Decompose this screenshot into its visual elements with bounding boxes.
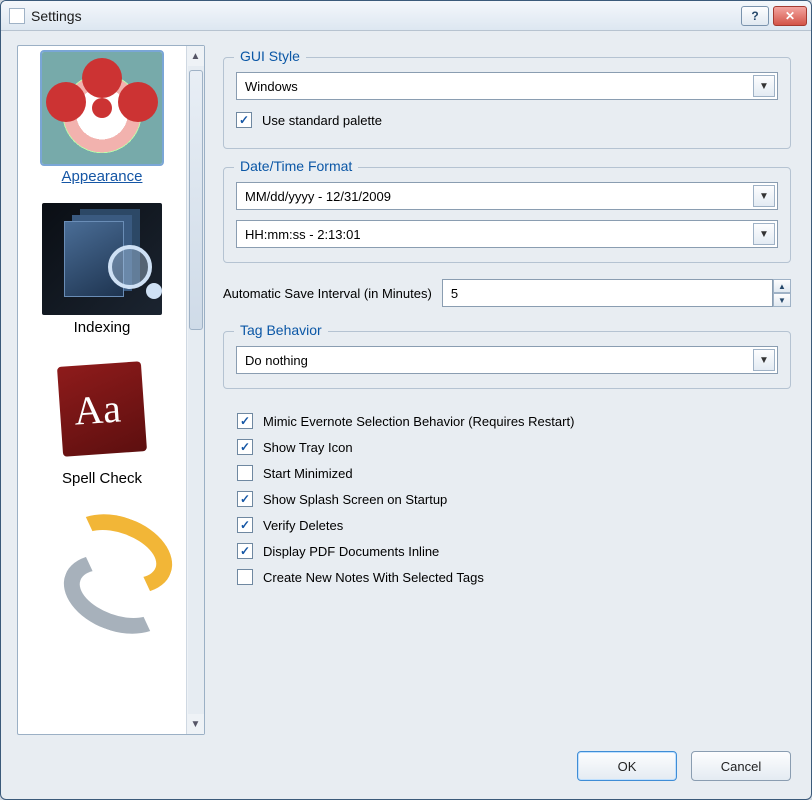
category-list[interactable]: Appearance Indexing Spell Check	[18, 46, 186, 734]
autosave-label: Automatic Save Interval (in Minutes)	[223, 286, 432, 301]
show-splash-checkbox[interactable]: ✓	[237, 491, 253, 507]
start-minimized-checkbox[interactable]	[237, 465, 253, 481]
scroll-thumb[interactable]	[189, 70, 203, 330]
scroll-track[interactable]	[188, 66, 204, 714]
use-standard-palette-label: Use standard palette	[262, 113, 382, 128]
gui-style-value: Windows	[245, 79, 298, 94]
display-pdf-inline-checkbox[interactable]: ✓	[237, 543, 253, 559]
verify-deletes-checkbox[interactable]: ✓	[237, 517, 253, 533]
date-format-value: MM/dd/yyyy - 12/31/2009	[245, 189, 391, 204]
settings-panel: GUI Style Windows ▼ ✓ Use standard palet…	[223, 45, 795, 735]
category-label: Indexing	[74, 319, 131, 336]
group-title: Date/Time Format	[234, 158, 358, 174]
ok-button[interactable]: OK	[577, 751, 677, 781]
scroll-down-icon[interactable]: ▼	[189, 716, 203, 732]
ok-label: OK	[618, 759, 637, 774]
checkbox-label: Mimic Evernote Selection Behavior (Requi…	[263, 414, 574, 429]
category-sync[interactable]	[24, 505, 180, 621]
indexing-icon	[42, 203, 162, 315]
spinner-down-icon[interactable]: ▼	[773, 293, 791, 307]
autosave-row: Automatic Save Interval (in Minutes) 5 ▲…	[223, 279, 791, 307]
group-title: Tag Behavior	[234, 322, 328, 338]
sync-icon	[42, 505, 162, 617]
category-indexing[interactable]: Indexing	[24, 203, 180, 336]
category-label: Spell Check	[62, 470, 142, 487]
category-label: Appearance	[62, 168, 143, 185]
spellcheck-icon	[42, 354, 162, 466]
category-sidebar: Appearance Indexing Spell Check ▲	[17, 45, 205, 735]
close-button[interactable]: ✕	[773, 6, 807, 26]
app-icon	[9, 8, 25, 24]
titlebar[interactable]: Settings ? ✕	[1, 1, 811, 31]
date-format-select[interactable]: MM/dd/yyyy - 12/31/2009 ▼	[236, 182, 778, 210]
help-button[interactable]: ?	[741, 6, 769, 26]
appearance-icon	[42, 52, 162, 164]
checkbox-label: Show Tray Icon	[263, 440, 353, 455]
chevron-down-icon[interactable]: ▼	[753, 223, 775, 245]
category-spellcheck[interactable]: Spell Check	[24, 354, 180, 487]
group-tag-behavior: Tag Behavior Do nothing ▼	[223, 331, 791, 389]
checkbox-label: Start Minimized	[263, 466, 353, 481]
checkbox-label: Verify Deletes	[263, 518, 343, 533]
sidebar-scrollbar[interactable]: ▲ ▼	[186, 46, 204, 734]
time-format-select[interactable]: HH:mm:ss - 2:13:01 ▼	[236, 220, 778, 248]
cancel-button[interactable]: Cancel	[691, 751, 791, 781]
mimic-evernote-checkbox[interactable]: ✓	[237, 413, 253, 429]
use-standard-palette-checkbox[interactable]: ✓	[236, 112, 252, 128]
time-format-value: HH:mm:ss - 2:13:01	[245, 227, 361, 242]
scroll-up-icon[interactable]: ▲	[189, 48, 203, 64]
group-datetime: Date/Time Format MM/dd/yyyy - 12/31/2009…	[223, 167, 791, 263]
category-appearance[interactable]: Appearance	[24, 52, 180, 185]
group-gui-style: GUI Style Windows ▼ ✓ Use standard palet…	[223, 57, 791, 149]
dialog-footer: OK Cancel	[1, 735, 811, 799]
chevron-down-icon[interactable]: ▼	[753, 185, 775, 207]
chevron-down-icon[interactable]: ▼	[753, 75, 775, 97]
settings-window: Settings ? ✕ Appearance Indexing Spell C…	[0, 0, 812, 800]
spinner-up-icon[interactable]: ▲	[773, 279, 791, 293]
checkbox-label: Show Splash Screen on Startup	[263, 492, 447, 507]
show-tray-icon-checkbox[interactable]: ✓	[237, 439, 253, 455]
group-title: GUI Style	[234, 48, 306, 64]
create-notes-tags-checkbox[interactable]	[237, 569, 253, 585]
client-area: Appearance Indexing Spell Check ▲	[1, 31, 811, 735]
tag-behavior-value: Do nothing	[245, 353, 308, 368]
cancel-label: Cancel	[721, 759, 761, 774]
options-checkboxes: ✓ Mimic Evernote Selection Behavior (Requ…	[223, 399, 791, 595]
window-title: Settings	[31, 8, 741, 24]
checkbox-label: Display PDF Documents Inline	[263, 544, 439, 559]
checkbox-label: Create New Notes With Selected Tags	[263, 570, 484, 585]
gui-style-select[interactable]: Windows ▼	[236, 72, 778, 100]
autosave-value[interactable]: 5	[442, 279, 773, 307]
chevron-down-icon[interactable]: ▼	[753, 349, 775, 371]
autosave-interval-spinner[interactable]: 5 ▲ ▼	[442, 279, 791, 307]
tag-behavior-select[interactable]: Do nothing ▼	[236, 346, 778, 374]
